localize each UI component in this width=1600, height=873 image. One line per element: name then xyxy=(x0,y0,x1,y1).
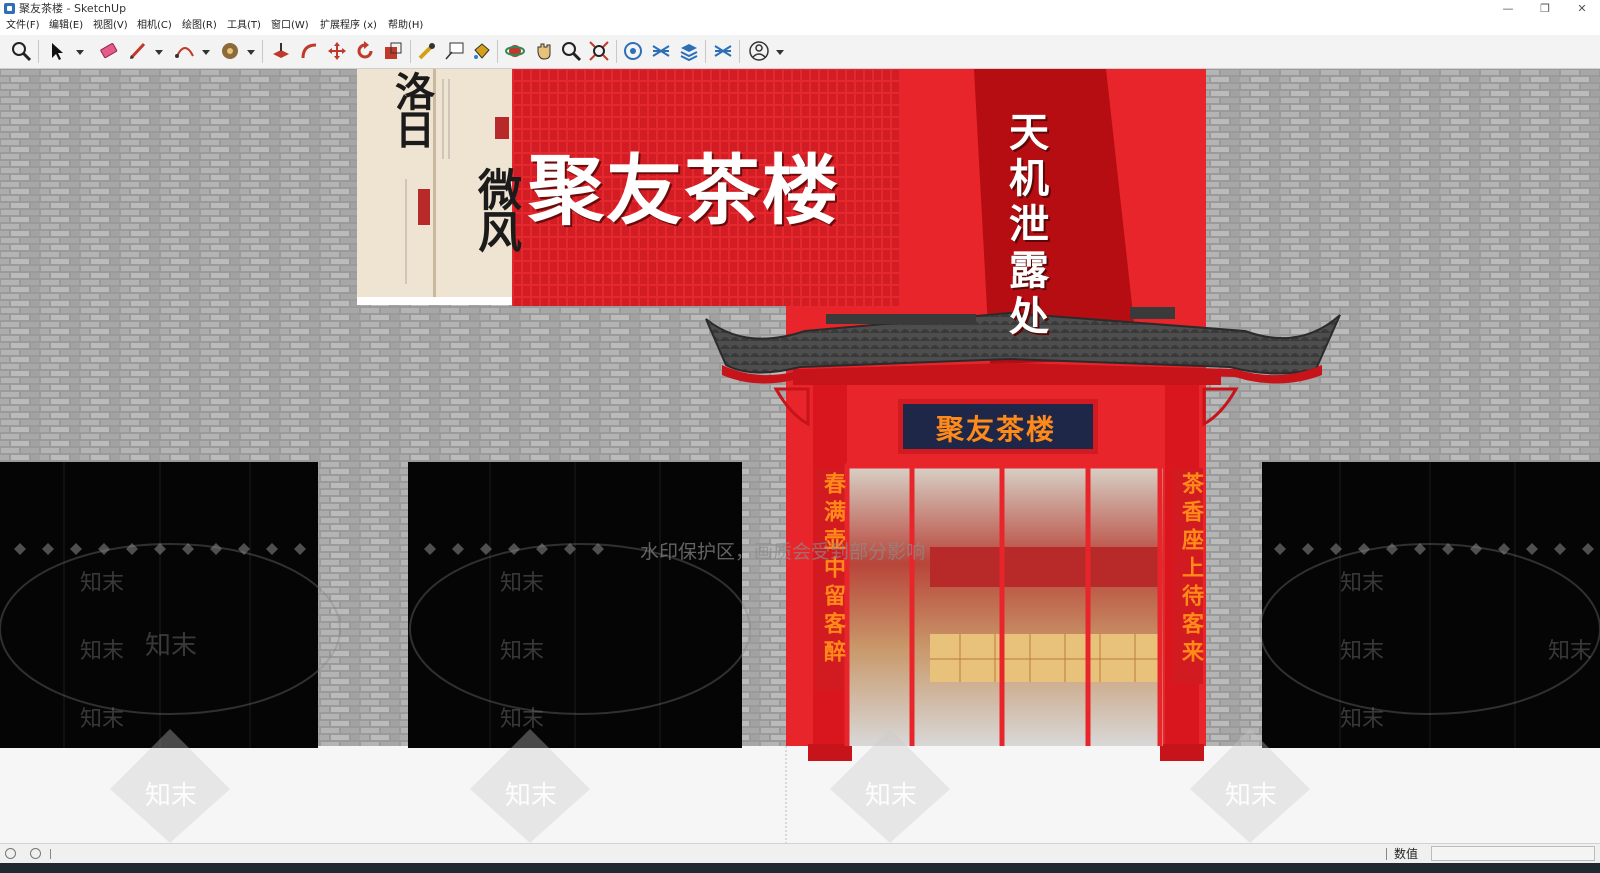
watermark-brand: 知末 xyxy=(145,781,198,811)
rotate-icon[interactable] xyxy=(354,40,376,62)
menu-camera[interactable]: 相机(C) xyxy=(137,19,172,33)
menu-window[interactable]: 窗口(W) xyxy=(271,19,309,33)
menu-file[interactable]: 文件(F) xyxy=(6,19,40,33)
watermark-brand: 知末 xyxy=(500,571,545,596)
pan-icon[interactable] xyxy=(533,40,555,62)
pencil-icon[interactable] xyxy=(127,40,149,62)
menu-view[interactable]: 视图(V) xyxy=(93,19,128,33)
tape-measure-icon[interactable] xyxy=(416,40,438,62)
arc-icon[interactable] xyxy=(174,40,196,62)
zoom-extents-icon[interactable] xyxy=(588,40,610,62)
shop-window-right xyxy=(1262,462,1600,748)
watermark-brand: 知末 xyxy=(1225,781,1278,811)
extension-warehouse-icon[interactable] xyxy=(650,40,672,62)
menu-extensions[interactable]: 扩展程序 (x) xyxy=(320,19,377,33)
orbit-icon[interactable] xyxy=(504,40,526,62)
layers-icon[interactable] xyxy=(678,40,700,62)
watermark-brand: 知末 xyxy=(80,571,125,596)
minimize-button[interactable]: — xyxy=(1491,0,1525,17)
toolbar xyxy=(0,35,1600,69)
paint-bucket-icon[interactable] xyxy=(219,40,241,62)
arc-dropdown-icon[interactable] xyxy=(202,50,210,55)
menu-bar: 文件(F) 编辑(E) 视图(V) 相机(C) 绘图(R) 工具(T) 窗口(W… xyxy=(0,17,1600,35)
measurements-input[interactable] xyxy=(1431,846,1595,861)
watermark-banner: 水印保护区，画质会受到部分影响 xyxy=(640,541,926,563)
shape-dropdown-icon[interactable] xyxy=(247,50,255,55)
warehouse-icon[interactable] xyxy=(622,40,644,62)
main-sign-text: 聚友茶楼 xyxy=(528,146,840,235)
menu-tools[interactable]: 工具(T) xyxy=(227,19,261,33)
toolbar-separator xyxy=(616,40,617,63)
watermark-brand: 知末 xyxy=(145,631,198,661)
select-arrow-icon[interactable] xyxy=(46,40,68,62)
status-separator xyxy=(50,849,51,859)
paint-icon[interactable] xyxy=(470,40,492,62)
toolbar-separator xyxy=(262,40,263,63)
taskbar-strip xyxy=(0,863,1600,873)
text-label-icon[interactable] xyxy=(443,40,465,62)
watermark-brand: 知末 xyxy=(865,781,918,811)
close-button[interactable]: ✕ xyxy=(1565,0,1599,17)
account-icon[interactable] xyxy=(748,40,770,62)
couplet-right-text: 茶香座上待客来 xyxy=(1178,472,1204,668)
select-dropdown-icon[interactable] xyxy=(76,50,84,55)
window-title: 聚友茶楼 - SketchUp xyxy=(19,2,127,15)
geo-location-icon[interactable] xyxy=(5,848,16,859)
watermark-brand: 知末 xyxy=(1340,571,1385,596)
pencil-dropdown-icon[interactable] xyxy=(155,50,163,55)
menu-draw[interactable]: 绘图(R) xyxy=(182,19,217,33)
eraser-icon[interactable] xyxy=(98,40,120,62)
menu-help[interactable]: 帮助(H) xyxy=(388,19,423,33)
sidewalk xyxy=(0,746,1600,843)
restore-button[interactable]: ❐ xyxy=(1528,0,1562,17)
sketchup-logo-icon xyxy=(4,3,15,14)
watermark-brand: 知末 xyxy=(1548,639,1593,664)
status-bar: 数值 xyxy=(0,843,1600,864)
watermark-brand: 知末 xyxy=(80,639,125,664)
couplet-left-text: 春满壶中留客醉 xyxy=(820,472,846,668)
menu-edit[interactable]: 编辑(E) xyxy=(49,19,83,33)
toolbar-separator xyxy=(705,40,706,63)
components-icon[interactable] xyxy=(712,40,734,62)
account-dropdown-icon[interactable] xyxy=(776,50,784,55)
follow-me-icon[interactable] xyxy=(299,40,321,62)
toolbar-separator xyxy=(38,40,39,63)
measurements-label: 数值 xyxy=(1394,847,1419,861)
watermark-brand: 知末 xyxy=(500,707,545,732)
shop-window-left xyxy=(0,462,318,748)
calligraphy-weifeng: 微风 xyxy=(470,167,521,251)
zoom-icon[interactable] xyxy=(10,40,32,62)
title-bar: 聚友茶楼 - SketchUp — ❐ ✕ xyxy=(0,0,1600,17)
watermark-brand: 知末 xyxy=(80,707,125,732)
watermark-brand: 知末 xyxy=(500,639,545,664)
watermark-brand: 知末 xyxy=(1340,707,1385,732)
toolbar-separator xyxy=(739,40,740,63)
model-viewport[interactable]: 洛日 微风 聚友茶楼 天机泄露处 聚友茶楼 春满壶中留客醉 茶香座上待客来 水印… xyxy=(0,69,1600,843)
info-icon[interactable] xyxy=(30,848,41,859)
move-icon[interactable] xyxy=(326,40,348,62)
toolbar-separator xyxy=(497,40,498,63)
status-separator xyxy=(1386,848,1387,860)
scale-icon[interactable] xyxy=(382,40,404,62)
zoom-window-icon[interactable] xyxy=(560,40,582,62)
push-pull-icon[interactable] xyxy=(270,40,292,62)
watermark-brand: 知末 xyxy=(505,781,558,811)
calligraphy-luori: 洛日 xyxy=(388,71,435,147)
door-plaque-text: 聚友茶楼 xyxy=(936,413,1057,446)
banner-text: 天机泄露处 xyxy=(1002,111,1049,341)
watermark-brand: 知末 xyxy=(1340,639,1385,664)
toolbar-separator xyxy=(410,40,411,63)
